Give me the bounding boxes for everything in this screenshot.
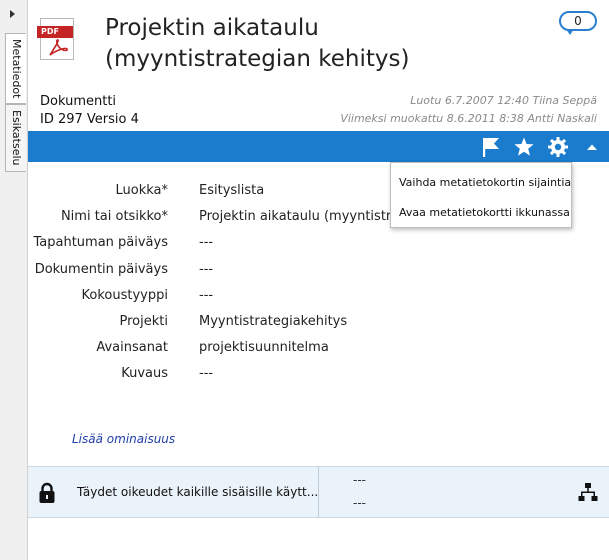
property-row[interactable]: Projekti Myyntistrategiakehitys <box>28 314 609 334</box>
created-info: Luotu 6.7.2007 12:40 Tiina Seppä <box>410 94 597 107</box>
star-icon[interactable] <box>513 136 535 158</box>
property-label: Dokumentin päiväys <box>34 262 168 277</box>
property-value[interactable]: Esityslista <box>199 183 264 198</box>
object-id-version: ID 297 Versio 4 <box>40 112 139 127</box>
property-value[interactable]: --- <box>199 288 213 303</box>
settings-dropdown-menu: Vaihda metatietokortin sijaintia Avaa me… <box>390 162 572 228</box>
gear-icon[interactable] <box>547 136 569 158</box>
property-label: Kuvaus <box>121 366 168 381</box>
object-type-label: Dokumentti <box>40 94 117 109</box>
modified-info: Viimeksi muokattu 8.6.2011 8:38 Antti Na… <box>340 112 597 125</box>
property-label: Kokoustyyppi <box>81 288 168 303</box>
divider <box>318 467 319 517</box>
property-value[interactable]: projektisuunnitelma <box>199 340 329 355</box>
property-label: Luokka* <box>115 183 168 198</box>
flag-icon[interactable] <box>480 136 502 158</box>
side-tab-strip: Metatiedot Esikatselu <box>0 0 28 560</box>
workflow-state-value[interactable]: --- <box>353 496 366 510</box>
menu-item-open-in-window[interactable]: Avaa metatietokortti ikkunassa <box>399 206 570 219</box>
property-row[interactable]: Tapahtuman päiväys --- <box>28 235 609 255</box>
property-label: Avainsanat <box>96 340 168 355</box>
property-value[interactable]: --- <box>199 262 213 277</box>
property-value[interactable]: Myyntistrategiakehitys <box>199 314 347 329</box>
file-type-label: PDF <box>37 26 73 38</box>
metadata-card: PDF Projektin aikataulu (myyntistrategia… <box>28 0 609 560</box>
tab-metatiedot[interactable]: Metatiedot <box>5 33 26 104</box>
property-row[interactable]: Dokumentin päiväys --- <box>28 262 609 282</box>
permissions-bar: Täydet oikeudet kaikille sisäisille käyt… <box>28 466 609 518</box>
workflow-value[interactable]: --- <box>353 473 366 487</box>
permissions-text[interactable]: Täydet oikeudet kaikille sisäisille käyt… <box>77 485 318 499</box>
property-row[interactable]: Kuvaus --- <box>28 366 609 386</box>
pdf-file-icon: PDF <box>37 18 74 60</box>
card-toolbar <box>28 131 609 162</box>
property-row[interactable]: Kokoustyyppi --- <box>28 288 609 308</box>
property-value[interactable]: --- <box>199 235 213 250</box>
property-label: Nimi tai otsikko* <box>60 209 168 224</box>
tab-esikatselu[interactable]: Esikatselu <box>5 104 26 172</box>
property-label: Projekti <box>119 314 168 329</box>
property-value[interactable]: --- <box>199 366 213 381</box>
property-row[interactable]: Avainsanat projektisuunnitelma <box>28 340 609 360</box>
document-title: Projektin aikataulu (myyntistrategian ke… <box>105 15 410 72</box>
add-property-link[interactable]: Lisää ominaisuus <box>72 432 175 446</box>
comments-badge[interactable]: 0 <box>559 11 597 35</box>
property-label: Tapahtuman päiväys <box>33 235 168 250</box>
workflow-hierarchy-icon[interactable] <box>578 482 598 502</box>
expand-arrow-icon[interactable] <box>10 10 15 18</box>
property-value[interactable]: Projektin aikataulu (myyntistrateg <box>199 209 421 224</box>
lock-icon <box>39 482 55 503</box>
menu-item-change-location[interactable]: Vaihda metatietokortin sijaintia <box>399 176 571 189</box>
collapse-up-icon[interactable] <box>581 136 603 158</box>
